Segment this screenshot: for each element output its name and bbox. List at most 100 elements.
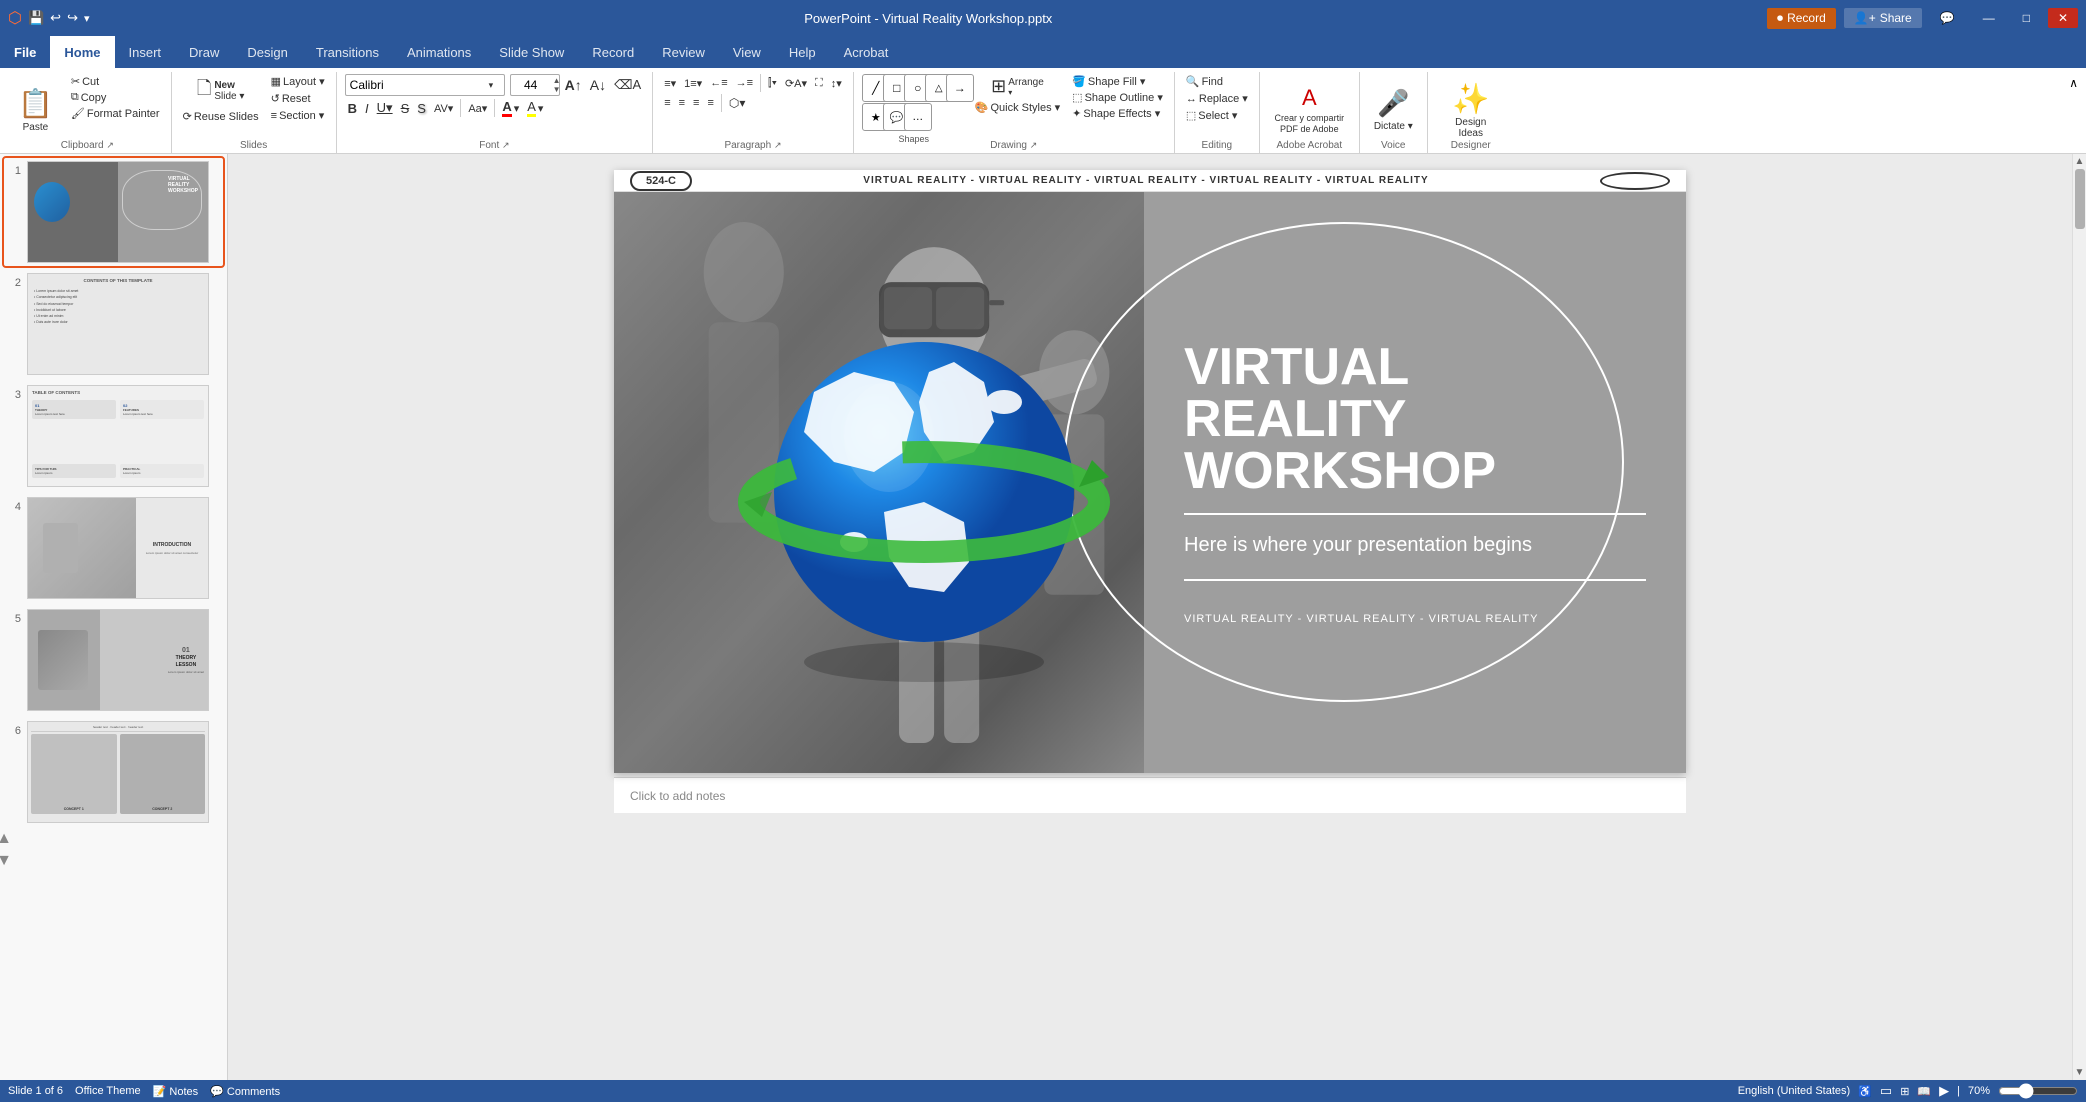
- shape-arrow[interactable]: →: [946, 74, 974, 102]
- bullets-button[interactable]: ≡▾: [661, 76, 679, 91]
- font-name-input[interactable]: [346, 78, 486, 92]
- shape-more[interactable]: …: [904, 103, 932, 131]
- normal-view-button[interactable]: ▭: [1880, 1083, 1892, 1099]
- record-button[interactable]: ⏺ Record: [1767, 8, 1836, 29]
- char-spacing-button[interactable]: AV▾: [431, 101, 456, 116]
- align-right-button[interactable]: ≡: [690, 96, 702, 110]
- slide-thumb-5[interactable]: 5 01 THEORY LESSON Lorem ipsum dolor sit…: [4, 606, 223, 714]
- font-name-arrow[interactable]: ▾: [486, 80, 497, 91]
- tab-acrobat[interactable]: Acrobat: [830, 36, 903, 68]
- slides-scroll-down[interactable]: ▼: [0, 852, 114, 870]
- shape-fill-button[interactable]: 🪣 Shape Fill ▾: [1069, 74, 1166, 89]
- font-size-down[interactable]: ▼: [553, 85, 561, 94]
- zoom-slider[interactable]: [1998, 1083, 2078, 1099]
- close-button[interactable]: ✕: [2048, 8, 2078, 28]
- align-left-button[interactable]: ≡: [661, 96, 673, 110]
- text-box-button[interactable]: ⬡▾: [726, 95, 749, 111]
- tab-home[interactable]: Home: [50, 36, 114, 68]
- shadow-button[interactable]: S: [414, 100, 429, 117]
- slide-thumb-1[interactable]: 1 VIRTUALREALITYWORKSHOP: [4, 158, 223, 266]
- decrease-font-button[interactable]: A↓: [587, 76, 609, 94]
- tab-animations[interactable]: Animations: [393, 36, 485, 68]
- quick-save[interactable]: 💾: [28, 10, 44, 26]
- new-slide-button[interactable]: 🗋 New Slide ▾: [180, 74, 262, 108]
- slide-header-oval: [1600, 172, 1670, 190]
- quick-styles-button[interactable]: 🎨 Quick Styles ▾: [972, 100, 1063, 115]
- tab-insert[interactable]: Insert: [115, 36, 176, 68]
- customize-toolbar[interactable]: ▾: [84, 12, 90, 25]
- reuse-slides-button[interactable]: ⟳ Reuse Slides: [180, 109, 262, 124]
- slides-scroll-up[interactable]: ▲: [0, 830, 114, 848]
- justify-button[interactable]: ≡: [704, 96, 716, 110]
- underline-button[interactable]: U▾: [374, 99, 396, 117]
- cut-button[interactable]: ✂ Cut: [68, 74, 163, 89]
- slide-sorter-button[interactable]: ⊞: [1900, 1085, 1909, 1098]
- tab-transitions[interactable]: Transitions: [302, 36, 393, 68]
- indent-less-button[interactable]: ←≡: [707, 76, 730, 90]
- notes-button[interactable]: 📝 Notes: [153, 1085, 199, 1098]
- clear-format-button[interactable]: ⌫A: [611, 76, 644, 94]
- slide-canvas[interactable]: 524-C VIRTUAL REALITY - VIRTUAL REALITY …: [614, 170, 1686, 773]
- text-dir-button[interactable]: ⟳A▾: [782, 76, 810, 91]
- paste-button[interactable]: 📋 Paste: [12, 74, 59, 146]
- line-spacing-button[interactable]: ↕▾: [828, 76, 845, 91]
- tab-draw[interactable]: Draw: [175, 36, 233, 68]
- copy-button[interactable]: ⧉ Copy: [68, 90, 163, 105]
- slide-thumb-3[interactable]: 3 TABLE OF CONTENTS 01 THEORY Lorem ipsu…: [4, 382, 223, 490]
- adobe-pdf-button[interactable]: A Crear y compartirPDF de Adobe: [1269, 74, 1351, 146]
- dictate-button[interactable]: 🎤 Dictate ▾: [1368, 74, 1419, 146]
- minimize-button[interactable]: —: [1973, 8, 2005, 28]
- scroll-up-button[interactable]: ▲: [2075, 156, 2085, 167]
- format-painter-button[interactable]: 🖌 Format Painter: [68, 106, 163, 121]
- tab-review[interactable]: Review: [648, 36, 719, 68]
- font-size-input[interactable]: [511, 78, 551, 92]
- bold-button[interactable]: B: [345, 100, 360, 117]
- replace-button[interactable]: ↔ Replace ▾: [1183, 91, 1251, 106]
- shape-outline-button[interactable]: ⬚ Shape Outline ▾: [1069, 90, 1166, 105]
- slide-thumb-2[interactable]: 2 CONTENTS OF THIS TEMPLATE • Lorem ipsu…: [4, 270, 223, 378]
- tab-file[interactable]: File: [0, 36, 50, 68]
- font-size-up[interactable]: ▲: [553, 76, 561, 85]
- find-button[interactable]: 🔍 Find: [1183, 74, 1226, 89]
- select-button[interactable]: ⬚ Select ▾: [1183, 108, 1241, 123]
- ribbon-collapse[interactable]: ∧: [2065, 72, 2082, 153]
- accessibility-button[interactable]: ♿: [1858, 1085, 1872, 1098]
- reading-view-button[interactable]: 📖: [1917, 1085, 1931, 1098]
- tab-help[interactable]: Help: [775, 36, 830, 68]
- numbered-button[interactable]: 1≡▾: [681, 76, 705, 91]
- collapse-ribbon-button[interactable]: ∧: [2069, 76, 2078, 90]
- slide-thumb-4[interactable]: 4 INTRODUCTION Lorem ipsum dolor sit ame…: [4, 494, 223, 602]
- scroll-down-button[interactable]: ▼: [2075, 1067, 2085, 1078]
- quick-undo[interactable]: ↩: [50, 10, 61, 26]
- align-center-button[interactable]: ≡: [676, 96, 688, 110]
- right-scrollbar[interactable]: ▲ ▼: [2072, 154, 2086, 1080]
- increase-font-button[interactable]: A↑: [562, 76, 585, 94]
- font-color-button[interactable]: A▾: [499, 98, 522, 118]
- strikethrough-button[interactable]: S: [398, 100, 413, 117]
- highlight-button[interactable]: A▾: [524, 98, 546, 118]
- indent-more-button[interactable]: →≡: [733, 76, 756, 90]
- tab-slideshow[interactable]: Slide Show: [485, 36, 578, 68]
- maximize-button[interactable]: □: [2013, 8, 2040, 28]
- columns-button[interactable]: ⫿▾: [765, 76, 780, 91]
- tab-record[interactable]: Record: [578, 36, 648, 68]
- layout-button[interactable]: ▦ Layout ▾: [268, 74, 328, 89]
- comments-button[interactable]: 💬: [1930, 8, 1965, 28]
- comments-status-button[interactable]: 💬 Comments: [210, 1085, 280, 1098]
- design-ideas-button[interactable]: ✨ DesignIdeas: [1436, 74, 1506, 146]
- share-button[interactable]: 👤+ Share: [1844, 8, 1922, 28]
- tab-view[interactable]: View: [719, 36, 775, 68]
- slide-thumb-6[interactable]: 6 header text · header text · header tex…: [4, 718, 223, 826]
- section-button[interactable]: ≡ Section ▾: [268, 108, 328, 123]
- scroll-thumb-vertical[interactable]: [2075, 169, 2085, 229]
- arrange-button[interactable]: ⊞ Arrange ▾: [972, 74, 1063, 99]
- smart-art-button[interactable]: ⛶: [812, 76, 826, 91]
- notes-bar[interactable]: Click to add notes: [614, 777, 1686, 813]
- reset-button[interactable]: ↺ Reset: [268, 91, 328, 106]
- quick-redo[interactable]: ↪: [67, 10, 78, 26]
- italic-button[interactable]: I: [362, 100, 372, 117]
- tab-design[interactable]: Design: [233, 36, 301, 68]
- shape-effects-button[interactable]: ✦ Shape Effects ▾: [1069, 106, 1166, 121]
- change-case-button[interactable]: Aa▾: [465, 101, 490, 116]
- slideshow-button[interactable]: ▶: [1939, 1083, 1949, 1099]
